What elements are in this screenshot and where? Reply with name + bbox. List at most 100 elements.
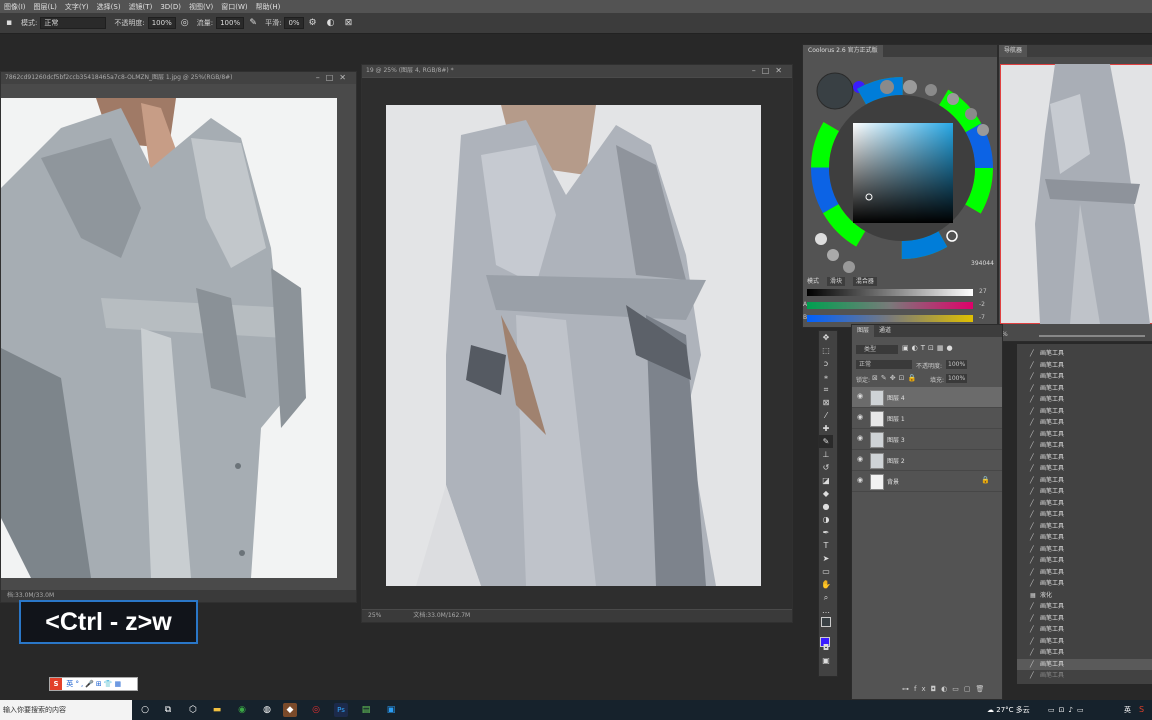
visibility-eye-icon[interactable]: ◉ [857,413,863,421]
layer-row[interactable]: ◉ 图层 3 [852,429,1002,450]
blur-tool-icon[interactable]: ● [819,500,833,513]
reference-document-title[interactable]: 7862cd91260dcf5bf2ccb35418465a7c8-OLMZN_… [1,72,356,84]
menu-layer[interactable]: 图层(L) [30,2,61,12]
tab-sliders[interactable]: 滑块 [826,277,845,286]
rectangle-tool-icon[interactable]: ▭ [819,565,833,578]
history-item[interactable]: ╱ 画笔工具 [1017,613,1152,624]
history-item[interactable]: ▦ 液化 [1017,590,1152,601]
layers-panel[interactable]: 图层 通道 类型 ▣◐T⊡▦● 正常 不透明度: 100% 锁定: ⊠✎✥⊡🔒 填… [851,324,1003,700]
history-item[interactable]: ╱ 画笔工具 [1017,417,1152,428]
app-icon-2[interactable]: ◆ [283,703,297,717]
history-item[interactable]: ╱ 画笔工具 [1017,406,1152,417]
menu-select[interactable]: 选择(S) [93,2,125,12]
fill-field[interactable]: 100% [946,374,968,383]
paint-bucket-icon[interactable]: ◆ [819,487,833,500]
color-wheel[interactable] [803,57,997,279]
mode-select[interactable]: 正常 [40,17,107,29]
history-item[interactable]: ╱ 画笔工具 [1017,509,1152,520]
tab-mixer[interactable]: 混合器 [852,277,877,286]
history-item[interactable]: ╱ 画笔工具 [1017,544,1152,555]
history-item[interactable]: ╱ 画笔工具 [1017,647,1152,658]
history-item[interactable]: ╱ 画笔工具 [1017,440,1152,451]
sogou-tray-icon[interactable]: S [1139,703,1144,717]
history-item[interactable]: ╱ 画笔工具 [1017,383,1152,394]
history-panel[interactable]: ╱ 画笔工具 ╱ 画笔工具 ╱ 画笔工具 ╱ 画笔工具 ╱ 画笔工具 ╱ 画笔工具 ╱ 画笔工具 ╱ 画笔工具… [1017,344,1152,684]
screen-mode-icon[interactable]: ▣ [819,654,833,667]
menu-view[interactable]: 视图(V) [185,2,217,12]
layer-filter-select[interactable]: 类型 [856,345,898,354]
menu-image[interactable]: 图像(I) [0,2,30,12]
b-value[interactable]: -7 [979,314,985,321]
path-select-icon[interactable]: ➤ [819,552,833,565]
visibility-eye-icon[interactable]: ◉ [857,455,863,463]
history-item[interactable]: ╱ 画笔工具 [1017,429,1152,440]
flow-field[interactable]: 100% [216,17,245,29]
sogou-icon[interactable]: S [50,678,62,690]
file-explorer-icon[interactable]: ▬ [210,703,224,717]
hex-readout[interactable]: 394044 [971,260,994,267]
symmetry-icon[interactable]: ⊠ [344,18,354,28]
app-icon[interactable]: ⬡ [186,703,200,717]
history-item[interactable]: ╱ 画笔工具 [1017,578,1152,589]
pressure-opacity-icon[interactable]: ◎ [180,18,190,28]
weather-widget[interactable]: ☁ 27°C 多云 [987,703,1030,717]
window-controls[interactable]: –□✕ [316,72,352,84]
navigator-zoom-slider[interactable] [1039,335,1145,337]
gear-icon[interactable]: ⚙ [308,18,318,28]
magic-wand-icon[interactable]: ⁎ [819,370,833,383]
color-swatches-icon[interactable] [819,617,833,647]
history-item[interactable]: ╱ 画笔工具 [1017,532,1152,543]
type-tool-icon[interactable]: T [819,539,833,552]
clone-stamp-icon[interactable]: ⊥ [819,448,833,461]
visibility-eye-icon[interactable]: ◉ [857,392,863,400]
history-item[interactable]: ╱ 画笔工具 [1017,452,1152,463]
navigator-title[interactable]: 导航器 [999,45,1028,57]
history-item[interactable]: ╱ 画笔工具 [1017,567,1152,578]
app-icon-4[interactable]: ▣ [384,703,398,717]
brush-tool-icon[interactable]: ✎ [819,435,833,448]
tab-layers[interactable]: 图层 [852,325,875,337]
ime-language[interactable]: 英 [66,680,73,688]
hand-tool-icon[interactable]: ✋ [819,578,833,591]
main-document-title[interactable]: 19 @ 25% (图层 4, RGB/8#) * –□✕ [362,65,792,77]
history-item[interactable]: ╱ 画笔工具 [1017,601,1152,612]
history-item[interactable]: ╱ 画笔工具 [1017,658,1152,670]
history-brush-icon[interactable]: ↺ [819,461,833,474]
menu-3d[interactable]: 3D(D) [156,3,185,11]
cortana-icon[interactable]: ○ [138,703,152,717]
coolorus-title[interactable]: Coolorus 2.6 官方正式版 [803,45,883,57]
main-window-controls[interactable]: –□✕ [752,65,788,77]
lightness-value[interactable]: 27 [979,288,987,295]
menu-window[interactable]: 窗口(W) [217,2,251,12]
airbrush-icon[interactable]: ✎ [248,18,258,28]
pressure-size-icon[interactable]: ◐ [326,18,336,28]
lock-icons[interactable]: ⊠✎✥⊡🔒 [872,374,919,382]
canvas-area[interactable] [362,78,792,609]
layer-row[interactable]: ◉ 图层 2 [852,450,1002,471]
reference-document-window[interactable]: 7862cd91260dcf5bf2ccb35418465a7c8-OLMZN_… [0,71,357,603]
history-item[interactable]: ╱ 画笔工具 [1017,555,1152,566]
navigator-panel[interactable]: 导航器 % [998,44,1152,342]
tab-channels[interactable]: 通道 [874,325,896,337]
main-document-window[interactable]: 19 @ 25% (图层 4, RGB/8#) * –□✕ 25% 文档:33.… [361,64,793,623]
taskbar-search-input[interactable]: 输入你要搜索的内容 [0,700,132,720]
b-slider[interactable] [807,315,973,322]
task-view-icon[interactable]: ⧉ [161,703,175,717]
eraser-icon[interactable]: ◪ [819,474,833,487]
history-item[interactable]: ╱ 画笔工具 [1017,348,1152,359]
layer-row[interactable]: ◉ 图层 4 [852,387,1002,408]
a-value[interactable]: -2 [979,301,985,308]
blend-mode-select[interactable]: 正常 [856,360,912,369]
history-item[interactable]: ╱ 画笔工具 [1017,624,1152,635]
history-item[interactable]: ╱ 画笔工具 [1017,463,1152,474]
lasso-tool-icon[interactable]: ↄ [819,357,833,370]
history-item[interactable]: ╱ 画笔工具 [1017,498,1152,509]
a-slider[interactable] [807,302,973,309]
pen-tool-icon[interactable]: ✒ [819,526,833,539]
menu-filter[interactable]: 滤镜(T) [125,2,157,12]
layer-row[interactable]: ◉ 图层 1 [852,408,1002,429]
browser-icon[interactable]: ◍ [260,703,274,717]
history-item[interactable]: ╱ 画笔工具 [1017,475,1152,486]
history-item[interactable]: ╱ 画笔工具 [1017,486,1152,497]
tray-ime[interactable]: 英 [1124,703,1131,717]
